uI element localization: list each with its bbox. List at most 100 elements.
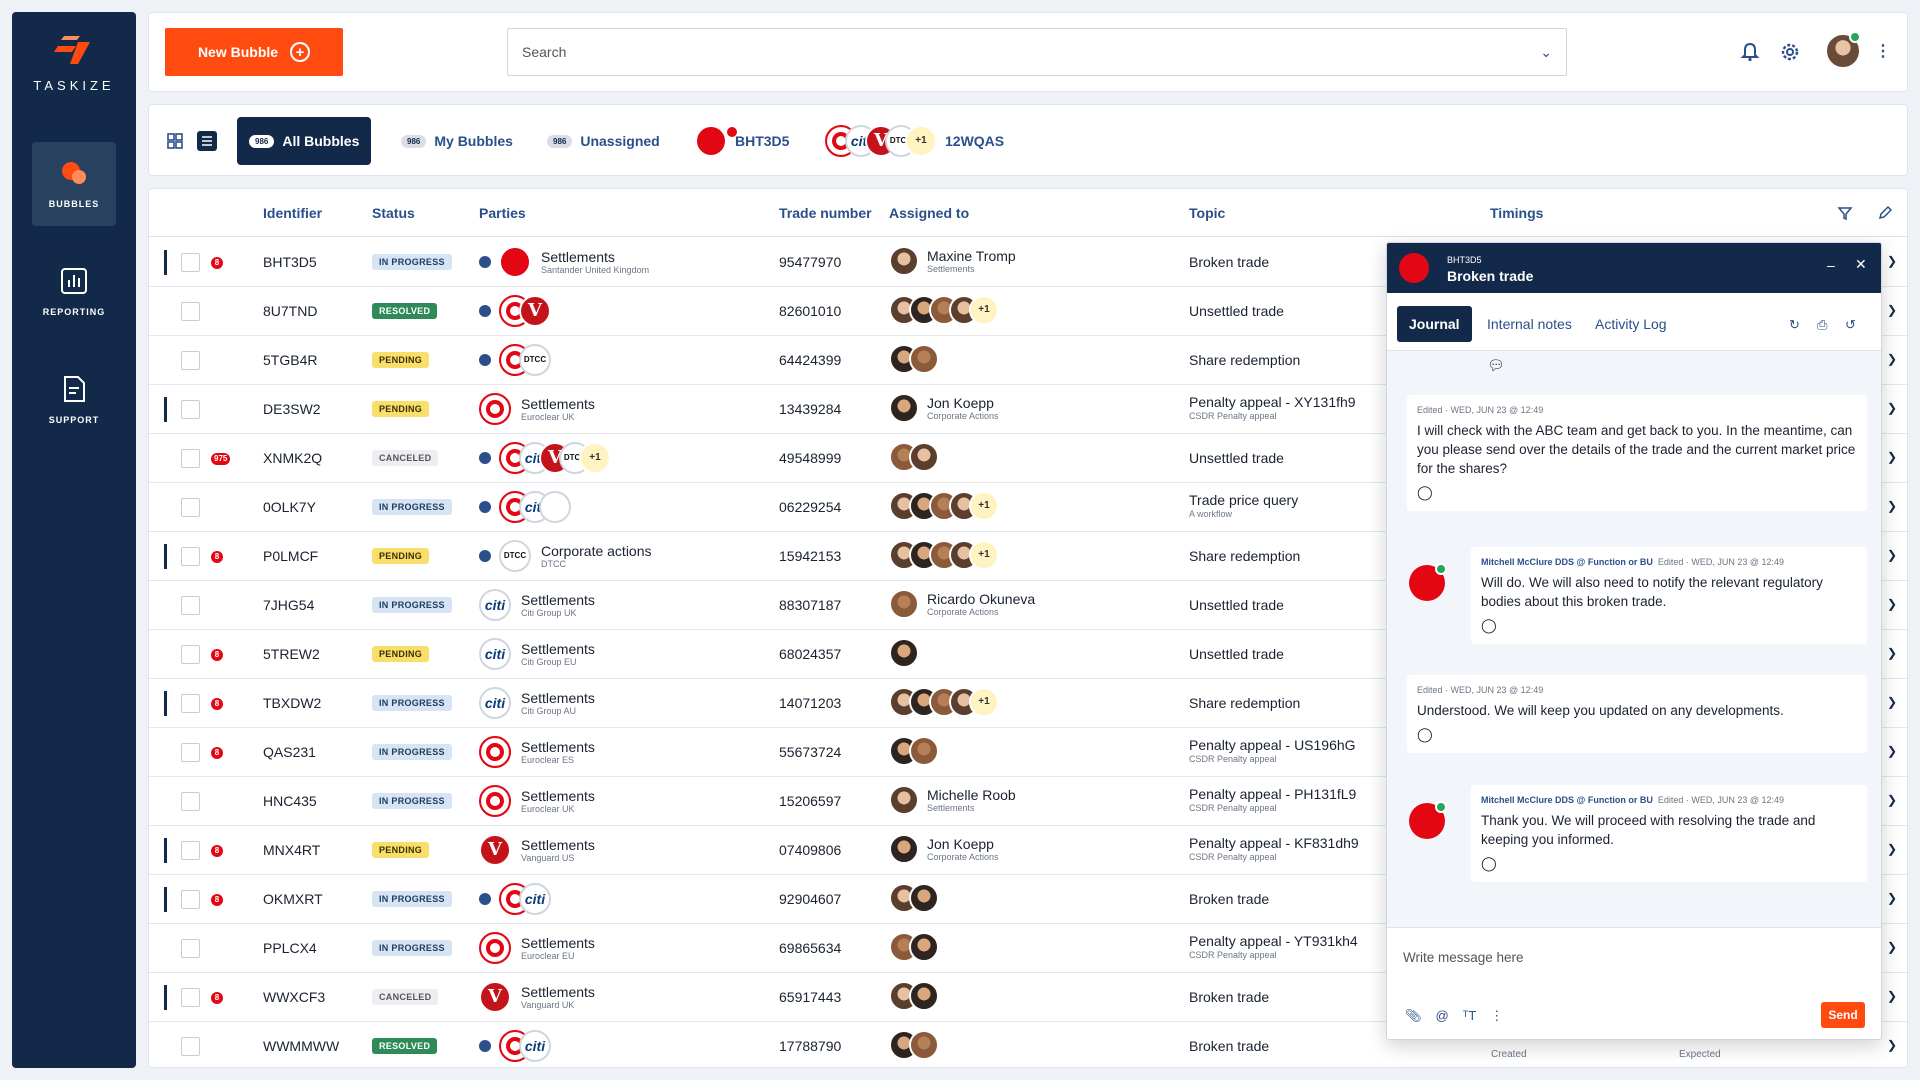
assigned-to[interactable]: +1 xyxy=(889,295,999,325)
col-identifier[interactable]: Identifier xyxy=(263,205,322,221)
chevron-right-icon[interactable]: ❯ xyxy=(1887,254,1897,268)
assigned-to[interactable] xyxy=(889,344,939,374)
chevron-right-icon[interactable]: ❯ xyxy=(1887,646,1897,660)
row-checkbox[interactable] xyxy=(181,547,200,566)
bell-icon[interactable] xyxy=(1739,41,1761,63)
new-bubble-button[interactable]: New Bubble + xyxy=(165,28,343,76)
chevron-down-icon[interactable]: ⌄ xyxy=(1540,44,1552,61)
col-topic[interactable]: Topic xyxy=(1189,205,1225,221)
assigned-to[interactable]: +1 xyxy=(889,687,999,717)
row-identifier[interactable]: 5TREW2 xyxy=(263,646,320,662)
row-checkbox[interactable] xyxy=(181,841,200,860)
row-checkbox[interactable] xyxy=(181,890,200,909)
nav-bubbles[interactable]: BUBBLES xyxy=(32,142,116,226)
row-identifier[interactable]: PPLCX4 xyxy=(263,940,317,956)
row-checkbox[interactable] xyxy=(181,498,200,517)
chevron-right-icon[interactable]: ❯ xyxy=(1887,989,1897,1003)
tab-12wqas[interactable]: citi V DTCC +1 12WQAS xyxy=(813,117,1016,165)
chevron-right-icon[interactable]: ❯ xyxy=(1887,891,1897,905)
row-checkbox[interactable] xyxy=(181,645,200,664)
edit-icon[interactable] xyxy=(1877,205,1893,221)
row-identifier[interactable]: 5TGB4R xyxy=(263,352,317,368)
row-identifier[interactable]: MNX4RT xyxy=(263,842,320,858)
col-parties[interactable]: Parties xyxy=(479,205,526,221)
col-trade-number[interactable]: Trade number xyxy=(779,205,872,221)
col-timings[interactable]: Timings xyxy=(1490,205,1543,221)
sync-icon[interactable]: ↺ xyxy=(1845,317,1861,333)
assigned-to[interactable] xyxy=(889,981,939,1011)
tab-journal[interactable]: Journal xyxy=(1397,306,1472,342)
text-format-icon[interactable]: ᵀT xyxy=(1463,1008,1477,1024)
col-status[interactable]: Status xyxy=(372,205,415,221)
attach-icon[interactable]: 📎︎ xyxy=(1405,1008,1422,1024)
nav-support[interactable]: SUPPORT xyxy=(32,358,116,442)
row-identifier[interactable]: OKMXRT xyxy=(263,891,323,907)
comment-icon[interactable]: ◯ xyxy=(1417,726,1857,743)
gear-icon[interactable] xyxy=(1779,41,1801,63)
row-checkbox[interactable] xyxy=(181,792,200,811)
assigned-to[interactable] xyxy=(889,736,939,766)
tab-bht3d5[interactable]: BHT3D5 xyxy=(683,117,801,165)
chevron-right-icon[interactable]: ❯ xyxy=(1887,1038,1897,1052)
chevron-right-icon[interactable]: ❯ xyxy=(1887,842,1897,856)
search-input[interactable]: Search ⌄ xyxy=(507,28,1567,76)
print-icon[interactable]: ⎙ xyxy=(1817,317,1833,333)
more-vertical-icon[interactable]: ⋮ xyxy=(1875,41,1891,61)
tab-internal-notes[interactable]: Internal notes xyxy=(1475,306,1584,342)
message-input[interactable]: Write message here xyxy=(1403,950,1524,965)
assigned-to[interactable] xyxy=(889,1030,939,1060)
row-checkbox[interactable] xyxy=(181,743,200,762)
tab-activity-log[interactable]: Activity Log xyxy=(1583,306,1679,342)
row-identifier[interactable]: 0OLK7Y xyxy=(263,499,316,515)
row-checkbox[interactable] xyxy=(181,351,200,370)
chevron-right-icon[interactable]: ❯ xyxy=(1887,401,1897,415)
row-checkbox[interactable] xyxy=(181,302,200,321)
nav-reporting[interactable]: REPORTING xyxy=(32,250,116,334)
minimize-icon[interactable]: – xyxy=(1827,257,1835,273)
chevron-right-icon[interactable]: ❯ xyxy=(1887,450,1897,464)
refresh-icon[interactable]: ↻ xyxy=(1789,317,1805,333)
close-icon[interactable]: ✕ xyxy=(1855,256,1867,273)
more-vertical-icon[interactable]: ⋮ xyxy=(1490,1008,1503,1024)
assigned-to[interactable]: +1 xyxy=(889,491,999,521)
comment-icon[interactable]: ◯ xyxy=(1481,855,1857,872)
row-identifier[interactable]: QAS231 xyxy=(263,744,316,760)
row-identifier[interactable]: P0LMCF xyxy=(263,548,318,564)
assigned-to[interactable]: Michelle Roob Settlements xyxy=(889,785,1016,815)
chevron-right-icon[interactable]: ❯ xyxy=(1887,499,1897,513)
row-checkbox[interactable] xyxy=(181,1037,200,1056)
row-checkbox[interactable] xyxy=(181,449,200,468)
chevron-right-icon[interactable]: ❯ xyxy=(1887,548,1897,562)
row-identifier[interactable]: 8U7TND xyxy=(263,303,317,319)
assigned-to[interactable]: Ricardo Okuneva Corporate Actions xyxy=(889,589,1035,619)
comment-icon[interactable]: ◯ xyxy=(1481,617,1857,634)
chevron-right-icon[interactable]: ❯ xyxy=(1887,597,1897,611)
row-identifier[interactable]: HNC435 xyxy=(263,793,317,809)
chevron-right-icon[interactable]: ❯ xyxy=(1887,793,1897,807)
col-assigned-to[interactable]: Assigned to xyxy=(889,205,969,221)
row-identifier[interactable]: DE3SW2 xyxy=(263,401,321,417)
chevron-right-icon[interactable]: ❯ xyxy=(1887,352,1897,366)
chevron-right-icon[interactable]: ❯ xyxy=(1887,303,1897,317)
row-identifier[interactable]: WWXCF3 xyxy=(263,989,325,1005)
row-identifier[interactable]: BHT3D5 xyxy=(263,254,317,270)
comment-icon[interactable]: ◯ xyxy=(1417,484,1857,501)
row-identifier[interactable]: WWMMWW xyxy=(263,1038,339,1054)
row-identifier[interactable]: 7JHG54 xyxy=(263,597,314,613)
assigned-to[interactable]: +1 xyxy=(889,540,999,570)
assigned-to[interactable] xyxy=(889,932,939,962)
row-checkbox[interactable] xyxy=(181,400,200,419)
assigned-to[interactable] xyxy=(889,883,939,913)
list-view-icon[interactable] xyxy=(197,131,217,151)
assigned-to[interactable] xyxy=(889,638,919,668)
assigned-to[interactable] xyxy=(889,442,939,472)
mention-icon[interactable]: @ xyxy=(1436,1008,1449,1024)
chevron-right-icon[interactable]: ❯ xyxy=(1887,940,1897,954)
chevron-right-icon[interactable]: ❯ xyxy=(1887,695,1897,709)
row-checkbox[interactable] xyxy=(181,596,200,615)
assigned-to[interactable]: Jon Koepp Corporate Actions xyxy=(889,393,999,423)
comment-icon[interactable]: 💬︎ xyxy=(1487,357,1505,374)
row-checkbox[interactable] xyxy=(181,253,200,272)
grid-view-icon[interactable] xyxy=(165,131,185,151)
row-identifier[interactable]: TBXDW2 xyxy=(263,695,321,711)
